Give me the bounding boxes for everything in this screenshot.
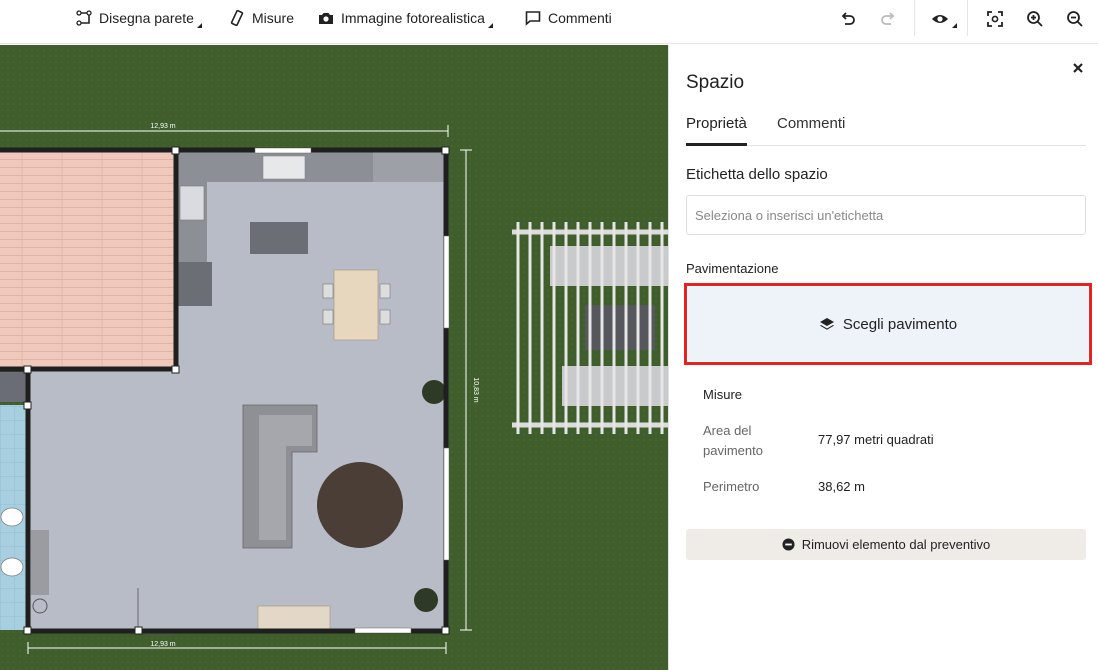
tab-properties[interactable]: Proprietà — [686, 115, 747, 146]
sink — [262, 155, 306, 180]
photo-image-button[interactable]: Immagine fotorealistica — [318, 0, 493, 36]
panel-tabs: Proprietà Commenti — [686, 115, 1086, 146]
dimension-right-label: 10,83 m — [472, 377, 479, 402]
comments-label: Commenti — [548, 10, 612, 26]
floor-plan-canvas[interactable]: 12,93 m 12,93 m 10,83 m — [0, 45, 668, 670]
flooring-heading: Pavimentazione — [686, 261, 779, 276]
window — [443, 447, 450, 561]
measures-button[interactable]: Misure — [229, 0, 294, 36]
chevron-down-icon — [196, 23, 202, 28]
perimeter-label: Perimetro — [703, 479, 760, 494]
top-toolbar: Disegna parete Misure Immagine fotoreali… — [0, 0, 1098, 44]
photo-image-label: Immagine fotorealistica — [341, 10, 485, 26]
window — [254, 147, 312, 154]
panel-title: Spazio — [686, 72, 745, 93]
fridge — [179, 185, 205, 221]
perimeter-value: 38,62 m — [818, 479, 865, 494]
zoom-out-icon — [1067, 11, 1083, 27]
close-button[interactable] — [1069, 59, 1087, 77]
space-label-heading: Etichetta dello spazio — [686, 166, 828, 183]
plant — [414, 588, 438, 612]
tv-unit — [257, 605, 331, 630]
draw-wall-label: Disegna parete — [99, 10, 194, 26]
sink-bathroom — [0, 557, 24, 577]
draw-wall-icon — [76, 10, 92, 26]
bedroom-floor-overlay — [0, 150, 176, 369]
fit-view-button[interactable] — [982, 6, 1008, 32]
dining-table — [333, 269, 379, 341]
floor-plan-drawing: 12,93 m 12,93 m 10,83 m — [0, 45, 668, 670]
measures-section: Misure Area del pavimento 77,97 metri qu… — [686, 373, 1086, 509]
dimension-top-label: 12,93 m — [150, 123, 175, 130]
dimension-bottom-label: 12,93 m — [150, 641, 175, 648]
window — [354, 627, 412, 634]
plant — [422, 380, 446, 404]
fit-view-icon — [987, 11, 1003, 27]
bathroom-cabinet — [31, 530, 49, 595]
floor-area-value: 77,97 metri quadrati — [818, 432, 934, 447]
zoom-in-button[interactable] — [1022, 6, 1048, 32]
minus-circle-icon — [782, 538, 795, 551]
tab-comments[interactable]: Commenti — [777, 115, 845, 145]
redo-button[interactable] — [875, 6, 901, 32]
chair — [322, 309, 334, 325]
remove-from-quote-label: Rimuovi elemento dal preventivo — [801, 537, 991, 552]
space-label-input[interactable] — [686, 195, 1086, 235]
zoom-in-icon — [1027, 11, 1043, 27]
chair — [322, 283, 334, 299]
ruler-icon — [230, 10, 244, 26]
zoom-out-button[interactable] — [1062, 6, 1088, 32]
draw-wall-button[interactable]: Disegna parete — [76, 0, 202, 36]
undo-icon — [841, 12, 855, 25]
view-options-button[interactable] — [927, 6, 957, 32]
choose-floor-button[interactable]: Scegli pavimento — [688, 287, 1088, 361]
kitchen-island — [250, 222, 308, 254]
round-coffee-table — [317, 462, 403, 548]
toilet — [0, 507, 24, 527]
toolbar-divider — [967, 0, 968, 36]
choose-floor-label: Scegli pavimento — [842, 315, 958, 333]
chevron-down-icon — [487, 23, 493, 28]
properties-panel: Spazio Proprietà Commenti Etichetta dell… — [668, 45, 1098, 670]
cooktop — [373, 152, 445, 182]
undo-button[interactable] — [835, 6, 861, 32]
measures-label: Misure — [252, 10, 295, 26]
camera-icon — [319, 13, 333, 24]
remove-from-quote-button[interactable]: Rimuovi elemento dal preventivo — [686, 529, 1086, 560]
comment-icon — [525, 11, 541, 26]
window — [443, 235, 450, 329]
hallway — [0, 372, 28, 402]
oven — [177, 262, 212, 306]
close-icon — [1073, 63, 1083, 73]
measures-title: Misure — [703, 387, 743, 402]
floor-area-label: Area del pavimento — [703, 423, 763, 458]
toolbar-divider — [914, 0, 915, 36]
chair — [379, 283, 391, 299]
comments-button[interactable]: Commenti — [525, 0, 612, 36]
layers-icon — [819, 318, 834, 330]
redo-icon — [881, 12, 895, 25]
chevron-down-icon — [952, 23, 957, 28]
eye-icon — [932, 15, 948, 23]
chair — [379, 309, 391, 325]
